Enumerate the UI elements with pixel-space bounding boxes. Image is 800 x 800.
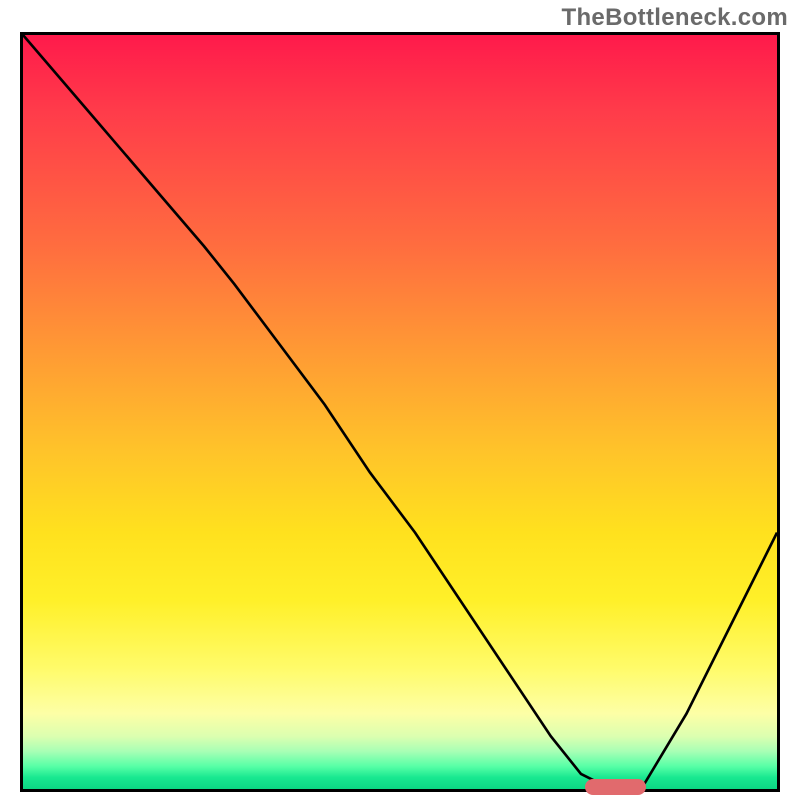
watermark-text: TheBottleneck.com [562,4,788,32]
curve-svg [23,35,777,789]
bottleneck-curve [23,35,777,789]
plot-area [20,32,780,792]
optimal-marker [585,779,646,795]
